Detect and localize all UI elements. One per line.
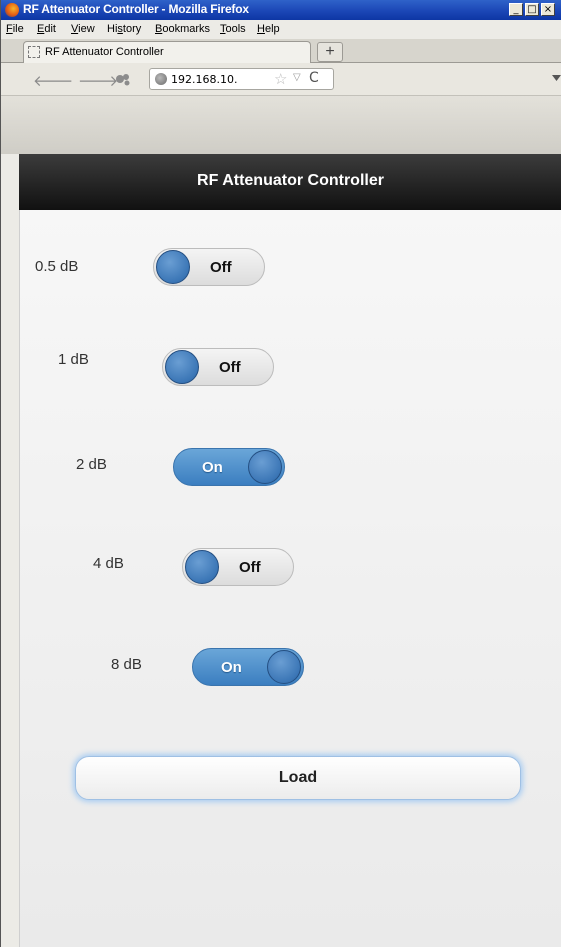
navigation-bar: 🡐 🡒 192.168.10. ☆ ▽ C xyxy=(1,63,561,96)
minimize-button[interactable]: _ xyxy=(509,3,523,16)
window-title: RF Attenuator Controller - Mozilla Firef… xyxy=(23,2,249,16)
tab-rf-attenuator[interactable]: RF Attenuator Controller xyxy=(23,41,311,63)
toggle-state-text: Off xyxy=(219,359,241,376)
attenuator-label-2db: 2 dB xyxy=(76,456,107,473)
browser-window: RF Attenuator Controller - Mozilla Firef… xyxy=(0,0,561,947)
menu-bar: File Edit View History Bookmarks Tools H… xyxy=(1,20,561,39)
attenuator-label-0.5db: 0.5 dB xyxy=(35,258,79,275)
load-button-label: Load xyxy=(278,769,318,786)
toolbar-background xyxy=(1,96,561,154)
reload-icon[interactable]: C xyxy=(309,70,319,86)
toggle-2db[interactable]: On xyxy=(173,448,285,486)
menu-tools[interactable]: Tools xyxy=(220,23,246,35)
tab-title: RF Attenuator Controller xyxy=(45,46,164,58)
toggle-knob[interactable] xyxy=(248,450,282,484)
attenuator-label-8db: 8 dB xyxy=(111,656,142,673)
toggle-knob[interactable] xyxy=(156,250,190,284)
url-text: 192.168.10. xyxy=(171,73,238,86)
back-arrow-icon[interactable]: 🡐 xyxy=(33,71,73,90)
page-favicon-icon xyxy=(28,46,40,58)
url-input[interactable]: 192.168.10. ☆ ▽ C xyxy=(149,68,334,90)
menu-file[interactable]: File xyxy=(6,23,24,35)
toggle-knob[interactable] xyxy=(185,550,219,584)
menu-help[interactable]: Help xyxy=(257,23,280,35)
toggle-1db[interactable]: Off xyxy=(162,348,274,386)
toggle-state-text: Off xyxy=(210,259,232,276)
toggle-0.5db[interactable]: Off xyxy=(153,248,265,286)
page-title: RF Attenuator Controller xyxy=(197,172,384,189)
tab-strip: RF Attenuator Controller + xyxy=(1,39,561,63)
maximize-button[interactable]: □ xyxy=(525,3,539,16)
title-bar: RF Attenuator Controller - Mozilla Firef… xyxy=(1,0,561,20)
toggle-state-text: Off xyxy=(239,559,261,576)
menu-bookmarks[interactable]: Bookmarks xyxy=(155,23,210,35)
url-dropdown-icon[interactable]: ▽ xyxy=(293,72,301,83)
attenuator-label-4db: 4 dB xyxy=(93,555,124,572)
site-identity-icon[interactable] xyxy=(115,72,131,86)
toggle-knob[interactable] xyxy=(267,650,301,684)
toolbar-overflow-icon[interactable] xyxy=(552,75,561,81)
new-tab-button[interactable]: + xyxy=(317,42,343,62)
toggle-state-text: On xyxy=(202,459,223,476)
firefox-logo-icon xyxy=(5,3,19,17)
toggle-4db[interactable]: Off xyxy=(182,548,294,586)
close-button[interactable]: × xyxy=(541,3,555,16)
bookmark-star-icon[interactable]: ☆ xyxy=(274,70,287,88)
page-content: 0.5 dB Off 1 dB Off 2 dB On 4 dB Off 8 d… xyxy=(19,210,561,947)
toggle-knob[interactable] xyxy=(165,350,199,384)
toggle-state-text: On xyxy=(221,659,242,676)
page-header: RF Attenuator Controller xyxy=(19,154,561,210)
menu-history[interactable]: History xyxy=(107,23,141,35)
toggle-8db[interactable]: On xyxy=(192,648,304,686)
globe-icon xyxy=(155,73,167,85)
attenuator-label-1db: 1 dB xyxy=(58,351,89,368)
menu-view[interactable]: View xyxy=(71,23,95,35)
forward-arrow-icon[interactable]: 🡒 xyxy=(78,71,118,90)
menu-edit[interactable]: Edit xyxy=(37,23,56,35)
load-button[interactable]: Load xyxy=(75,756,521,800)
